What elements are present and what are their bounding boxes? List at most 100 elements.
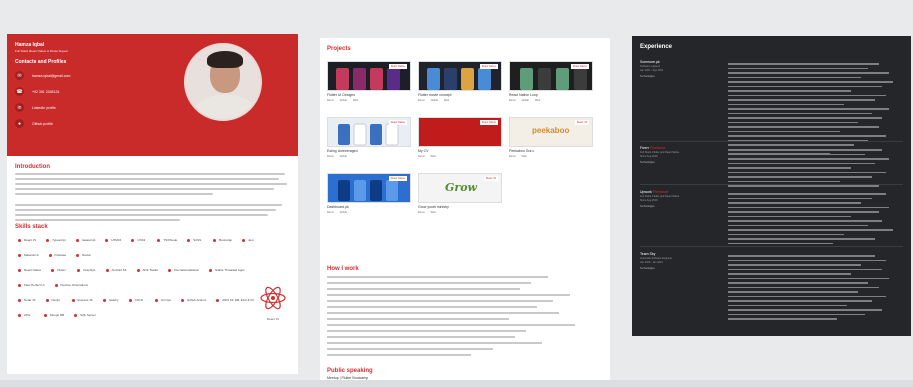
skill-chip: CI/CD [126, 295, 148, 305]
job-entry: Upwork Freelance Full Stack, Flutter and… [640, 190, 903, 244]
project-card[interactable]: React Native Dashboard.pk Demo Github [327, 173, 411, 219]
github-link[interactable]: Github [340, 211, 347, 214]
skill-chip: Flow Perfect UI [15, 280, 48, 290]
skill-chip: GraphQL [74, 265, 98, 275]
how-i-work-text [327, 276, 603, 356]
page-footer-strip [0, 380, 913, 387]
project-title: Dashboard.pk [327, 205, 349, 209]
demo-link[interactable]: Demo [418, 99, 425, 102]
skill-chip: Gatsby [100, 295, 122, 305]
project-badge: React Native [479, 120, 498, 125]
skill-chip: Javascript [73, 235, 99, 245]
public-speaking-section: Public speaking Meetup | Flutter Bootcam… [327, 368, 373, 380]
skill-chip: Mongo DB [41, 310, 67, 320]
web-link[interactable]: Web [522, 155, 527, 158]
profile-panel: Hamza Iqbal Full Stack React Native & Fl… [7, 34, 298, 374]
job-bullets [728, 190, 903, 244]
project-title: Flutter UI Designs [327, 93, 356, 97]
skill-chip: Node JS [15, 295, 39, 305]
project-badge: React Native [479, 64, 498, 69]
project-badge: React Native [388, 120, 407, 125]
project-title: Peekaboo Guru [509, 149, 534, 153]
project-card[interactable]: React JS peekaboo Peekaboo Guru Demo Web [509, 117, 593, 163]
project-thumbnail: React Native [327, 173, 411, 203]
web-link[interactable]: Web [353, 99, 358, 102]
projects-grid: React Native Flutter UI Designs Demo Gith… [327, 61, 603, 219]
skill-chip: Git Ops [152, 295, 174, 305]
project-title: Esting Unleveraged [327, 149, 358, 153]
projects-panel: Projects React Native Flutter UI Designs… [320, 38, 610, 387]
web-link[interactable]: Web [535, 99, 540, 102]
project-badge: React JS [483, 176, 498, 181]
skill-chip: Flexbox Orientations [52, 280, 92, 290]
phone-icon: ☎ [15, 87, 24, 96]
project-badge: React Native [388, 176, 407, 181]
project-card[interactable]: React Native Flutter UI Designs Demo Gith… [327, 61, 411, 107]
contact-label: LinkedIn profile [32, 105, 56, 110]
github-link[interactable]: Github [431, 99, 438, 102]
project-thumbnail: React Native [418, 61, 502, 91]
demo-link[interactable]: Demo [418, 155, 425, 158]
job-bullets [728, 252, 903, 320]
skill-chip: Android SF [103, 265, 130, 275]
project-thumbnail: React Native [327, 117, 411, 147]
project-badge: React Native [570, 64, 589, 69]
skills-row: Material UI Firebase Redux [15, 250, 290, 260]
github-link[interactable]: Github [340, 155, 347, 158]
introduction-title: Introduction [15, 164, 50, 170]
project-card[interactable]: React Native React Native Loop Demo Githu… [509, 61, 593, 107]
demo-link[interactable]: Demo [509, 99, 516, 102]
web-link[interactable]: Web [431, 211, 436, 214]
skill-chip: HTML5 [102, 235, 124, 245]
contact-github[interactable]: ● Github profile [15, 118, 290, 129]
skill-chip: Bootstrap [210, 235, 235, 245]
skill-chip: Stable Threaded Apps [206, 265, 248, 275]
skill-chip: TSX/Node [154, 235, 180, 245]
profile-header: Hamza Iqbal Full Stack React Native & Fl… [7, 34, 298, 156]
project-thumbnail: React JS Grow [418, 173, 502, 203]
demo-link[interactable]: Demo [327, 211, 334, 214]
project-card[interactable]: React Native Esting Unleveraged Demo Gith… [327, 117, 411, 163]
skills-row: APIs Mongo DB SQL Server [15, 310, 290, 320]
introduction-text [15, 173, 290, 221]
project-title: My CV [418, 149, 429, 153]
project-card[interactable]: React JS Grow Grow youth ministry Demo We… [418, 173, 502, 219]
react-icon: React JS [259, 286, 287, 321]
skill-chip: Flutter [48, 265, 70, 275]
skill-chip: Jest [239, 235, 261, 245]
github-link[interactable]: Github [340, 99, 347, 102]
web-link[interactable]: Web [431, 155, 436, 158]
skills-row: Node JS Nextjs Express JS Gatsby CI/CD G… [15, 295, 290, 305]
project-badge: React JS [574, 120, 589, 125]
demo-link[interactable]: Demo [509, 155, 516, 158]
experience-title: Experience [640, 44, 673, 50]
projects-title: Projects [327, 46, 351, 52]
skill-chip: SASS [184, 235, 206, 245]
job-bullets [728, 146, 903, 187]
project-title: Flutter movie concept [418, 93, 452, 97]
skill-chip: React Native [15, 265, 44, 275]
skills-row: Flow Perfect UI Flexbox Orientations [15, 280, 290, 290]
project-title: React Native Loop [509, 93, 538, 97]
skills-title: Skills stack [15, 224, 48, 230]
public-speaking-title: Public speaking [327, 368, 373, 374]
project-card[interactable]: React Native Flutter movie concept Demo G… [418, 61, 502, 107]
demo-link[interactable]: Demo [327, 99, 334, 102]
project-card[interactable]: React Native My CV Demo Web [418, 117, 502, 163]
job-entry: Fiverr Freelance Full Stack, Flutter and… [640, 146, 903, 187]
web-link[interactable]: Web [444, 99, 449, 102]
contact-label: +92 301 2345124 [32, 89, 60, 94]
skill-chip: Github Actions [178, 295, 209, 305]
how-i-work-section: How I work [327, 266, 603, 356]
skill-chip: Typescript [43, 235, 69, 245]
skills-row: React Native Flutter GraphQL Android SF … [15, 265, 290, 275]
peekaboo-logo: peekaboo [532, 126, 570, 135]
contact-label: Github profile [32, 121, 53, 126]
project-thumbnail: React Native [327, 61, 411, 91]
demo-link[interactable]: Demo [327, 155, 334, 158]
demo-link[interactable]: Demo [418, 211, 425, 214]
project-thumbnail: React Native [418, 117, 502, 147]
project-title: Grow youth ministry [418, 205, 449, 209]
github-link[interactable]: Github [522, 99, 529, 102]
skills-section: Skills stack React JS Typescript Javascr… [15, 224, 290, 320]
